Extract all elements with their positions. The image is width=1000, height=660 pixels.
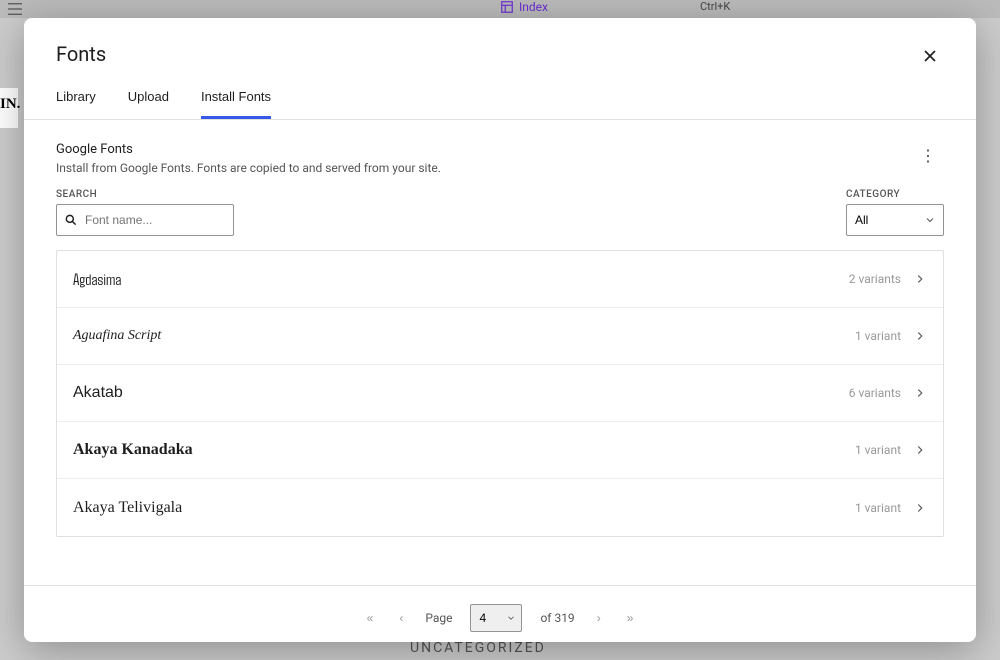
fonts-modal: Fonts Library Upload Install Fonts Googl… bbox=[24, 18, 976, 642]
pager-page-label: Page bbox=[425, 611, 452, 625]
font-row[interactable]: Akaya Telivigala 1 variant bbox=[57, 479, 943, 536]
variants-count: 1 variant bbox=[855, 329, 901, 343]
pager-last[interactable]: » bbox=[623, 607, 638, 629]
variants-count: 6 variants bbox=[849, 386, 901, 400]
tab-library[interactable]: Library bbox=[56, 81, 96, 119]
bg-uncategorized: UNCATEGORIZED bbox=[410, 640, 546, 656]
pager-prev[interactable]: ‹ bbox=[395, 607, 407, 629]
category-label: CATEGORY bbox=[846, 189, 944, 200]
kebab-icon: ⋮ bbox=[920, 148, 936, 165]
variants-count: 1 variant bbox=[855, 443, 901, 457]
bg-shortcut: Ctrl+K bbox=[700, 0, 730, 13]
chevron-right-icon bbox=[913, 501, 927, 515]
search-input[interactable] bbox=[56, 204, 234, 236]
pager-next[interactable]: › bbox=[593, 607, 605, 629]
variants-count: 2 variants bbox=[849, 272, 901, 286]
font-name: Akaya Telivigala bbox=[73, 499, 182, 517]
font-row[interactable]: Akaya Kanadaka 1 variant bbox=[57, 422, 943, 479]
pager: « ‹ Page 4 of 319 › » bbox=[24, 586, 976, 642]
font-row[interactable]: Akatab 6 variants bbox=[57, 365, 943, 422]
provider-desc: Install from Google Fonts. Fonts are cop… bbox=[56, 161, 441, 175]
pager-page-select[interactable]: 4 bbox=[470, 604, 522, 632]
pager-of-label: of 319 bbox=[540, 611, 574, 625]
font-name: Agdasima bbox=[73, 270, 121, 289]
modal-title: Fonts bbox=[56, 42, 106, 66]
font-name: Akatab bbox=[73, 384, 123, 402]
pager-first[interactable]: « bbox=[363, 607, 378, 629]
provider-menu-button[interactable]: ⋮ bbox=[912, 142, 944, 170]
chevron-right-icon bbox=[913, 329, 927, 343]
font-name: Akaya Kanadaka bbox=[73, 441, 193, 459]
font-row[interactable]: Agdasima 2 variants bbox=[57, 251, 943, 308]
category-select[interactable]: All bbox=[846, 204, 944, 236]
close-icon bbox=[920, 46, 940, 66]
tab-upload[interactable]: Upload bbox=[128, 81, 169, 119]
bg-left-fragment: IN. bbox=[0, 88, 18, 128]
search-icon bbox=[64, 213, 78, 227]
provider-block: Google Fonts Install from Google Fonts. … bbox=[56, 142, 441, 175]
font-name: Aguafina Script bbox=[73, 328, 161, 344]
chevron-right-icon bbox=[913, 386, 927, 400]
bg-index-link: Index bbox=[500, 0, 548, 14]
chevron-right-icon bbox=[913, 272, 927, 286]
variants-count: 1 variant bbox=[855, 501, 901, 515]
chevron-right-icon bbox=[913, 443, 927, 457]
font-list: Agdasima 2 variants Aguafina Script 1 va… bbox=[56, 250, 944, 537]
search-label: SEARCH bbox=[56, 189, 234, 200]
close-button[interactable] bbox=[916, 42, 944, 73]
tabs: Library Upload Install Fonts bbox=[24, 81, 976, 120]
provider-title: Google Fonts bbox=[56, 142, 441, 157]
font-row[interactable]: Aguafina Script 1 variant bbox=[57, 308, 943, 365]
tab-install-fonts[interactable]: Install Fonts bbox=[201, 81, 271, 119]
